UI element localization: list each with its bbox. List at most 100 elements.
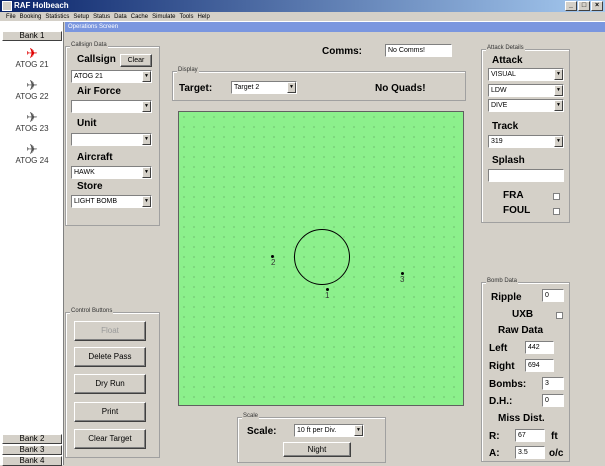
ripple-label: Ripple bbox=[491, 292, 522, 303]
foul-label: FOUL bbox=[503, 205, 531, 216]
attack-label: Attack bbox=[492, 55, 523, 66]
aircraft-item-atog24[interactable]: ✈ ATOG 24 bbox=[2, 142, 62, 165]
dropdown-arrow-icon: ▼ bbox=[142, 134, 151, 145]
impact-label-2: 2 bbox=[271, 258, 276, 267]
fra-checkbox[interactable] bbox=[553, 193, 560, 200]
splash-label: Splash bbox=[492, 155, 525, 166]
target-plot[interactable]: 1 2 3 bbox=[178, 111, 464, 406]
menu-tools[interactable]: Tools bbox=[179, 12, 193, 21]
float-button[interactable]: Float bbox=[74, 321, 146, 341]
bomb-data-group-label: Bomb Data bbox=[486, 278, 519, 284]
unit-select[interactable]: ▼ bbox=[71, 133, 152, 146]
store-value: LIGHT BOMB bbox=[74, 198, 118, 205]
app-icon bbox=[2, 1, 12, 11]
a-field: 3.5 bbox=[515, 446, 545, 459]
dropdown-arrow-icon: ▼ bbox=[554, 69, 563, 80]
clear-target-button[interactable]: Clear Target bbox=[74, 429, 146, 449]
aircraft-label: Aircraft bbox=[77, 152, 113, 163]
aircraft-item-atog23[interactable]: ✈ ATOG 23 bbox=[2, 110, 62, 133]
uxb-checkbox[interactable] bbox=[556, 312, 563, 319]
splash-field[interactable] bbox=[488, 169, 564, 182]
scale-value: 10 ft per Div. bbox=[297, 427, 337, 434]
air-force-select[interactable]: ▼ bbox=[71, 100, 152, 113]
attack-profile-select[interactable]: LDW ▼ bbox=[488, 84, 564, 97]
store-select[interactable]: LIGHT BOMB ▼ bbox=[71, 195, 152, 208]
menu-simulate[interactable]: Simulate bbox=[152, 12, 175, 21]
attack-mode-select[interactable]: DIVE ▼ bbox=[488, 99, 564, 112]
left-label: Left bbox=[489, 343, 508, 354]
dropdown-arrow-icon: ▼ bbox=[354, 425, 363, 436]
callsign-select[interactable]: ATOG 21 ▼ bbox=[71, 70, 152, 83]
dry-run-button[interactable]: Dry Run bbox=[74, 374, 146, 394]
dropdown-arrow-icon: ▼ bbox=[554, 100, 563, 111]
menu-help[interactable]: Help bbox=[197, 12, 209, 21]
attack-type-select[interactable]: VISUAL ▼ bbox=[488, 68, 564, 81]
left-field[interactable]: 442 bbox=[525, 341, 554, 354]
clear-callsign-button[interactable]: Clear bbox=[120, 54, 152, 67]
dropdown-arrow-icon: ▼ bbox=[554, 136, 563, 147]
bank-3-button[interactable]: Bank 3 bbox=[2, 445, 62, 455]
night-button[interactable]: Night bbox=[283, 442, 351, 457]
delete-pass-button[interactable]: Delete Pass bbox=[74, 347, 146, 367]
jet-icon: ✈ bbox=[26, 109, 38, 125]
menu-booking[interactable]: Booking bbox=[20, 12, 42, 21]
close-button[interactable]: × bbox=[591, 1, 603, 11]
title-bar: RAF Holbeach _ □ × bbox=[0, 0, 605, 12]
aircraft-label: ATOG 21 bbox=[15, 60, 49, 69]
comms-field: No Comms! bbox=[385, 44, 452, 57]
menu-data[interactable]: Data bbox=[114, 12, 127, 21]
ripple-field[interactable]: 0 bbox=[542, 289, 564, 302]
aircraft-label: ATOG 24 bbox=[15, 156, 49, 165]
dh-field[interactable]: 0 bbox=[542, 394, 564, 407]
aircraft-select[interactable]: HAWK ▼ bbox=[71, 166, 152, 179]
bombs-field[interactable]: 3 bbox=[542, 377, 564, 390]
track-select[interactable]: 319 ▼ bbox=[488, 135, 564, 148]
minimize-button[interactable]: _ bbox=[565, 1, 577, 11]
r-field: 67 bbox=[515, 429, 545, 442]
foul-checkbox[interactable] bbox=[553, 208, 560, 215]
dropdown-arrow-icon: ▼ bbox=[142, 101, 151, 112]
window-title: RAF Holbeach bbox=[14, 1, 69, 10]
comms-label: Comms: bbox=[322, 46, 363, 57]
menu-setup[interactable]: Setup bbox=[73, 12, 89, 21]
bombs-label: Bombs: bbox=[489, 379, 527, 390]
bank-2-button[interactable]: Bank 2 bbox=[2, 434, 62, 444]
aircraft-sidebar: Bank 1 ✈ ATOG 21 ✈ ATOG 22 ✈ ATOG 23 ✈ A… bbox=[0, 22, 64, 466]
jet-icon: ✈ bbox=[26, 77, 38, 93]
menu-file[interactable]: File bbox=[6, 12, 16, 21]
aircraft-item-atog21[interactable]: ✈ ATOG 21 bbox=[2, 46, 62, 69]
track-label: Track bbox=[492, 121, 519, 132]
print-button[interactable]: Print bbox=[74, 402, 146, 422]
jet-icon: ✈ bbox=[26, 141, 38, 157]
maximize-button[interactable]: □ bbox=[578, 1, 590, 11]
a-unit: o/c bbox=[549, 448, 564, 459]
scale-select[interactable]: 10 ft per Div. ▼ bbox=[294, 424, 364, 437]
aircraft-label: ATOG 22 bbox=[15, 92, 49, 101]
right-field[interactable]: 694 bbox=[525, 359, 554, 372]
dropdown-arrow-icon: ▼ bbox=[287, 82, 296, 93]
dropdown-arrow-icon: ▼ bbox=[142, 196, 151, 207]
target-value: Target 2 bbox=[234, 84, 260, 91]
scale-label: Scale: bbox=[247, 426, 277, 437]
miss-dist-label: Miss Dist. bbox=[498, 413, 545, 424]
menu-statistics[interactable]: Statistics bbox=[45, 12, 69, 21]
right-label: Right bbox=[489, 361, 515, 372]
impact-label-1: 1 bbox=[325, 291, 330, 300]
dropdown-arrow-icon: ▼ bbox=[142, 167, 151, 178]
target-select[interactable]: Target 2 ▼ bbox=[231, 81, 297, 94]
fra-label: FRA bbox=[503, 190, 524, 201]
aircraft-label: ATOG 23 bbox=[15, 124, 49, 133]
callsign-value: ATOG 21 bbox=[74, 73, 103, 80]
quads-status: No Quads! bbox=[375, 83, 426, 94]
aircraft-item-atog22[interactable]: ✈ ATOG 22 bbox=[2, 78, 62, 101]
callsign-group-label: Callsign Data bbox=[70, 42, 108, 48]
dh-label: D.H.: bbox=[489, 396, 513, 407]
bank-1-button[interactable]: Bank 1 bbox=[2, 31, 62, 41]
dropdown-arrow-icon: ▼ bbox=[554, 85, 563, 96]
callsign-label: Callsign bbox=[77, 54, 116, 65]
menu-bar: File Booking Statistics Setup Status Dat… bbox=[0, 12, 605, 22]
a-label: A: bbox=[489, 448, 500, 459]
menu-cache[interactable]: Cache bbox=[131, 12, 148, 21]
unit-label: Unit bbox=[77, 118, 97, 129]
menu-status[interactable]: Status bbox=[93, 12, 110, 21]
